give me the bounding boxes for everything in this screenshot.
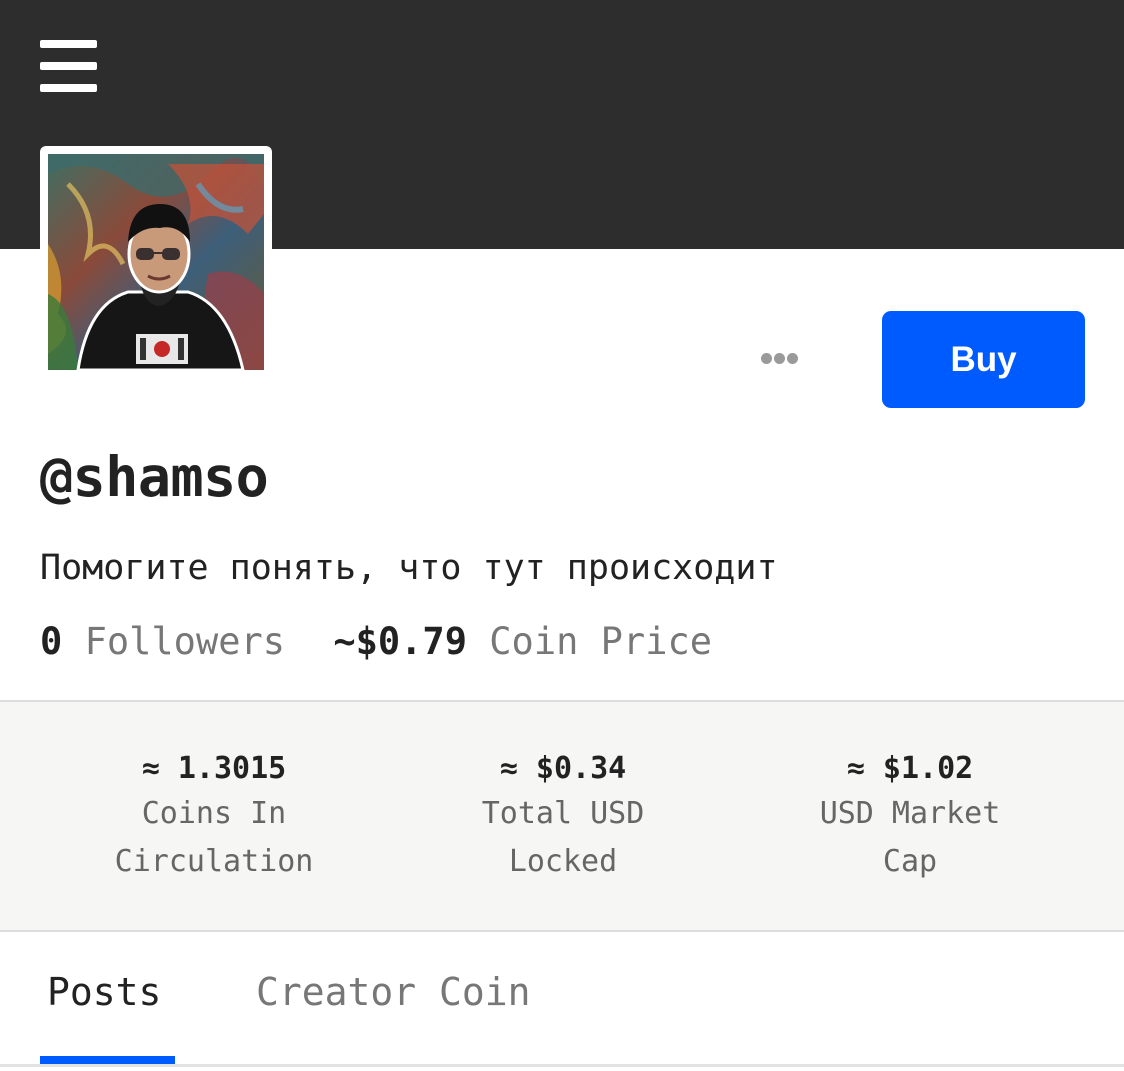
stat-value: ≈ $0.34 [499,751,627,786]
stat-label: Coins In [141,796,287,831]
stat-value: ≈ $1.02 [846,751,974,786]
active-tab-indicator [40,1056,175,1064]
profile-tabs: Posts Creator Coin [0,932,1124,1068]
profile-bio: Помогите понять, что тут происходит [40,548,778,588]
total-usd-locked-stat: ≈ $0.34 Total USD Locked [413,748,713,886]
profile-stats: 0 Followers ~$0.79 Coin Price [40,620,712,663]
tabs-divider [0,1064,1124,1067]
coin-price-value: ~$0.79 [333,620,467,663]
username: @shamso [40,445,269,509]
avatar[interactable] [40,146,272,374]
stat-value: ≈ 1.3015 [141,751,287,786]
usd-market-cap-stat: ≈ $1.02 USD Market Cap [760,748,1060,886]
coin-stats-panel: ≈ 1.3015 Coins In Circulation ≈ $0.34 To… [0,700,1124,932]
stat-label: Circulation [114,844,314,879]
tab-creator-coin[interactable]: Creator Coin [256,970,531,1014]
stat-label: Cap [882,844,938,879]
hamburger-menu-icon[interactable] [40,40,97,92]
followers-count: 0 [40,620,63,663]
stat-label: USD Market [819,796,1001,831]
profile-photo [48,154,264,370]
followers-label[interactable]: Followers [85,620,285,663]
coin-price-label: Coin Price [489,620,713,663]
stat-label: Locked [508,844,618,879]
ellipsis-icon [761,353,772,364]
coins-in-circulation-stat: ≈ 1.3015 Coins In Circulation [64,748,364,886]
buy-button[interactable]: Buy [882,311,1085,408]
tab-posts[interactable]: Posts [47,970,161,1014]
stat-label: Total USD [481,796,645,831]
more-options-button[interactable] [756,344,806,372]
